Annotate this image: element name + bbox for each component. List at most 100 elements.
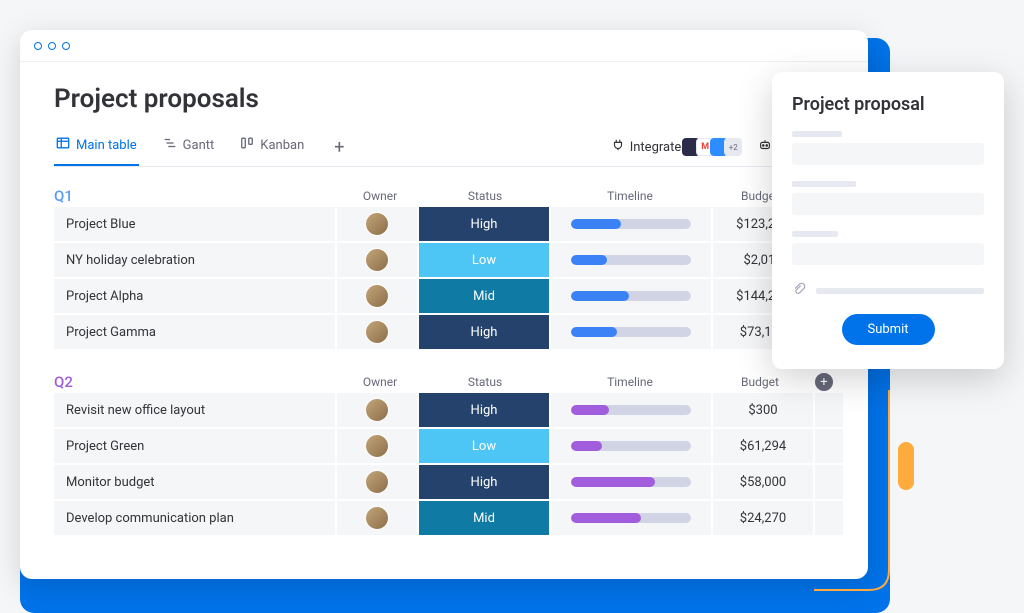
timeline-cell[interactable] (551, 465, 711, 499)
owner-cell[interactable] (337, 243, 417, 277)
connector-handle (898, 442, 914, 490)
table-row[interactable]: Project Green Low $61,294 (54, 429, 834, 463)
content-area: Project proposals Main table Gantt (20, 62, 868, 535)
groups-container: Q1OwnerStatusTimelineBudget+Project Blue… (54, 187, 834, 535)
table-row[interactable]: Project BlueHigh$123,225 (54, 207, 834, 241)
paperclip-icon[interactable] (792, 281, 806, 300)
status-cell[interactable]: High (419, 315, 549, 349)
task-name-cell[interactable]: Project Blue (54, 207, 335, 241)
table-row[interactable]: Project AlphaMid$144,212 (54, 279, 834, 313)
column-header-timeline[interactable]: Timeline (550, 375, 710, 389)
attachment-row (792, 281, 984, 300)
column-header-owner[interactable]: Owner (340, 189, 420, 203)
timeline-track (571, 255, 691, 265)
tab-label: Kanban (260, 138, 304, 153)
task-name-cell[interactable]: Project Green (54, 429, 335, 463)
table-row[interactable]: Revisit new office layout High $300 (54, 393, 834, 427)
window-dots (34, 42, 70, 50)
gantt-icon (163, 136, 177, 154)
task-name-cell[interactable]: Revisit new office layout (54, 393, 335, 427)
tab-gantt[interactable]: Gantt (161, 128, 217, 166)
column-header-status[interactable]: Status (420, 189, 550, 203)
status-cell[interactable]: Low (419, 429, 549, 463)
side-panel-title: Project proposal (792, 94, 984, 115)
status-cell[interactable]: High (419, 207, 549, 241)
add-view-button[interactable]: + (328, 137, 350, 158)
window-dot (48, 42, 56, 50)
timeline-cell[interactable] (551, 207, 711, 241)
table-row[interactable]: Develop communication plan Mid $24,270 (54, 501, 834, 535)
empty-cell (815, 465, 843, 499)
form-divider (816, 288, 984, 294)
timeline-fill (571, 441, 602, 451)
app-window: Project proposals Main table Gantt (20, 30, 868, 579)
add-column-button[interactable]: + (815, 373, 833, 391)
task-name-cell[interactable]: Project Gamma (54, 315, 335, 349)
task-name-cell[interactable]: Monitor budget (54, 465, 335, 499)
budget-cell[interactable]: $61,294 (713, 429, 813, 463)
budget-cell[interactable]: $300 (713, 393, 813, 427)
owner-cell[interactable] (337, 279, 417, 313)
group-title[interactable]: Q1 (54, 187, 340, 205)
owner-cell[interactable] (337, 393, 417, 427)
group-title[interactable]: Q2 (54, 373, 340, 391)
status-cell[interactable]: Mid (419, 501, 549, 535)
owner-cell[interactable] (337, 465, 417, 499)
tab-label: Gantt (183, 138, 215, 153)
timeline-fill (571, 291, 629, 301)
task-name-cell[interactable]: NY holiday celebration (54, 243, 335, 277)
budget-cell[interactable]: $58,000 (713, 465, 813, 499)
group: Q2OwnerStatusTimelineBudget + Revisit new … (54, 373, 834, 535)
timeline-track (571, 291, 691, 301)
form-input[interactable] (792, 143, 984, 165)
view-tabs: Main table Gantt Kanban + (54, 128, 350, 166)
column-header-budget[interactable]: Budget (710, 375, 810, 389)
table-icon (56, 136, 70, 154)
integrations-more[interactable]: +2 (724, 138, 742, 156)
timeline-track (571, 405, 691, 415)
submit-button[interactable]: Submit (842, 314, 935, 345)
column-header-status[interactable]: Status (420, 375, 550, 389)
robot-icon (758, 138, 772, 156)
timeline-fill (571, 255, 607, 265)
window-chrome (20, 30, 868, 62)
window-dot (34, 42, 42, 50)
status-cell[interactable]: High (419, 393, 549, 427)
table-row[interactable]: NY holiday celebrationLow$2,014 (54, 243, 834, 277)
task-name-cell[interactable]: Develop communication plan (54, 501, 335, 535)
table-row[interactable]: Project GammaHigh$73,100 (54, 315, 834, 349)
avatar (365, 434, 389, 458)
status-cell[interactable]: Mid (419, 279, 549, 313)
timeline-cell[interactable] (551, 429, 711, 463)
table-row[interactable]: Monitor budget High $58,000 (54, 465, 834, 499)
column-header-owner[interactable]: Owner (340, 375, 420, 389)
side-panel: Project proposal Submit (772, 72, 1004, 369)
tab-kanban[interactable]: Kanban (238, 128, 306, 166)
status-cell[interactable]: High (419, 465, 549, 499)
task-name-cell[interactable]: Project Alpha (54, 279, 335, 313)
integrate-label: Integrate (630, 140, 682, 155)
timeline-cell[interactable] (551, 243, 711, 277)
form-label-placeholder (792, 231, 838, 237)
form-input[interactable] (792, 193, 984, 215)
budget-cell[interactable]: $24,270 (713, 501, 813, 535)
owner-cell[interactable] (337, 207, 417, 241)
timeline-cell[interactable] (551, 315, 711, 349)
timeline-cell[interactable] (551, 501, 711, 535)
group: Q1OwnerStatusTimelineBudget+Project Blue… (54, 187, 834, 349)
integrate-button[interactable]: Integrate M +2 (611, 138, 743, 156)
integration-icons: M +2 (686, 138, 742, 156)
owner-cell[interactable] (337, 315, 417, 349)
column-header-timeline[interactable]: Timeline (550, 189, 710, 203)
timeline-fill (571, 327, 617, 337)
owner-cell[interactable] (337, 501, 417, 535)
tab-main-table[interactable]: Main table (54, 128, 139, 166)
timeline-cell[interactable] (551, 393, 711, 427)
status-cell[interactable]: Low (419, 243, 549, 277)
timeline-cell[interactable] (551, 279, 711, 313)
timeline-fill (571, 405, 609, 415)
avatar (365, 284, 389, 308)
owner-cell[interactable] (337, 429, 417, 463)
form-input[interactable] (792, 243, 984, 265)
empty-cell (815, 429, 843, 463)
